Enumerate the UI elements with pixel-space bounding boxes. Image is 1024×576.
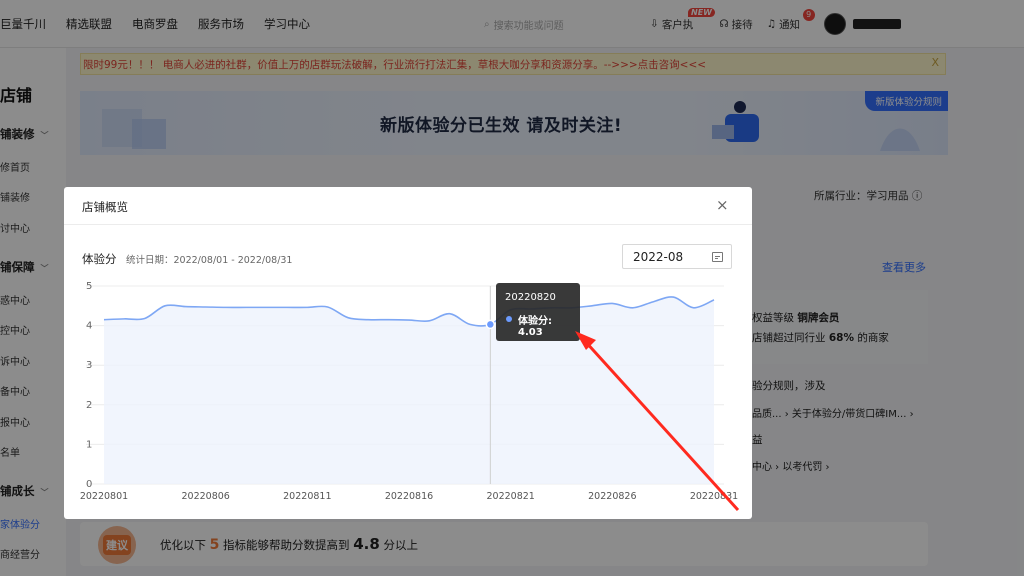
arrow-shaft <box>582 338 740 512</box>
arrow-head <box>575 331 596 350</box>
annotation-arrow <box>575 331 740 512</box>
